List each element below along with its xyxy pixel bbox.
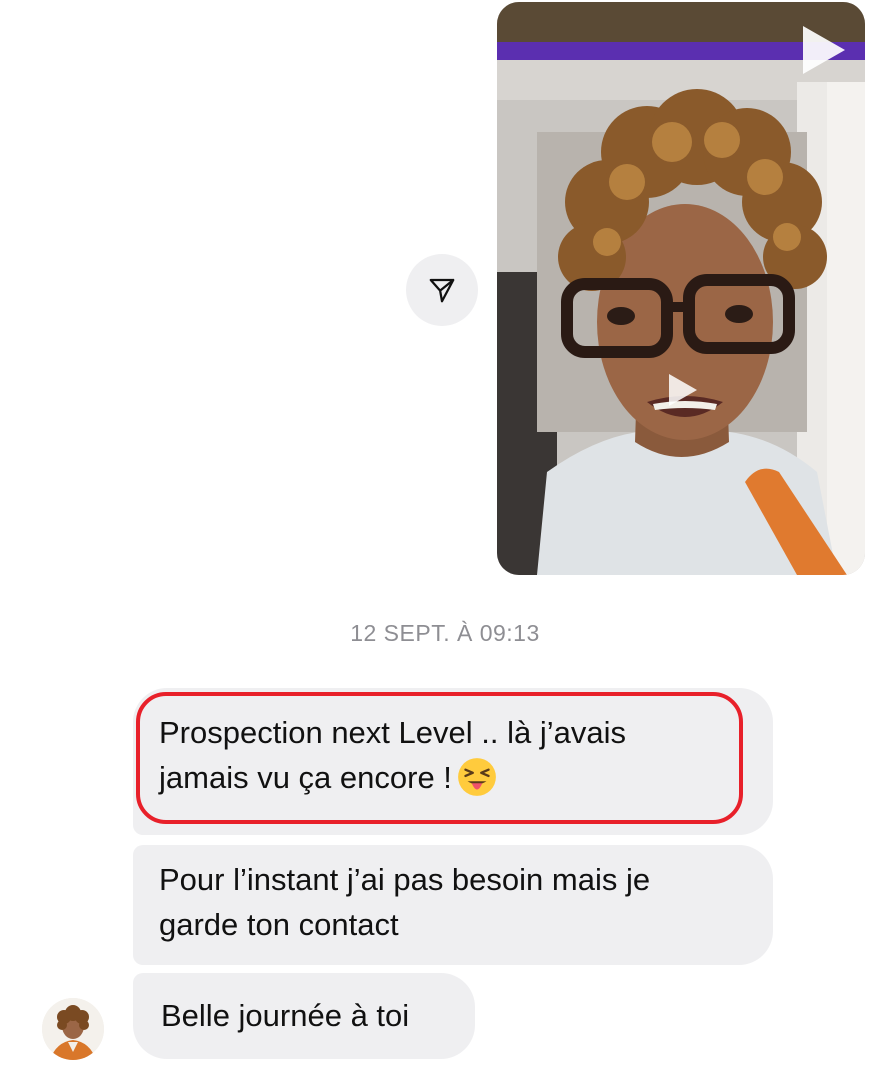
- highlight-outline: [136, 692, 743, 824]
- play-icon[interactable]: [797, 22, 849, 78]
- timestamp: 12 SEPT. À 09:13: [350, 620, 540, 646]
- video-thumbnail: [497, 2, 865, 575]
- video-message[interactable]: [497, 2, 865, 575]
- share-button[interactable]: [406, 254, 478, 326]
- message-text: garde ton contact: [159, 907, 399, 942]
- send-icon: [429, 278, 455, 303]
- message-text: Belle journée à toi: [161, 998, 410, 1033]
- message-bubble[interactable]: Pour l’instant j’ai pas besoin mais je g…: [133, 845, 773, 965]
- avatar[interactable]: [42, 998, 104, 1060]
- play-icon[interactable]: [665, 372, 699, 408]
- message-bubble[interactable]: Belle journée à toi: [133, 973, 475, 1059]
- message-text: Pour l’instant j’ai pas besoin mais je: [159, 862, 651, 897]
